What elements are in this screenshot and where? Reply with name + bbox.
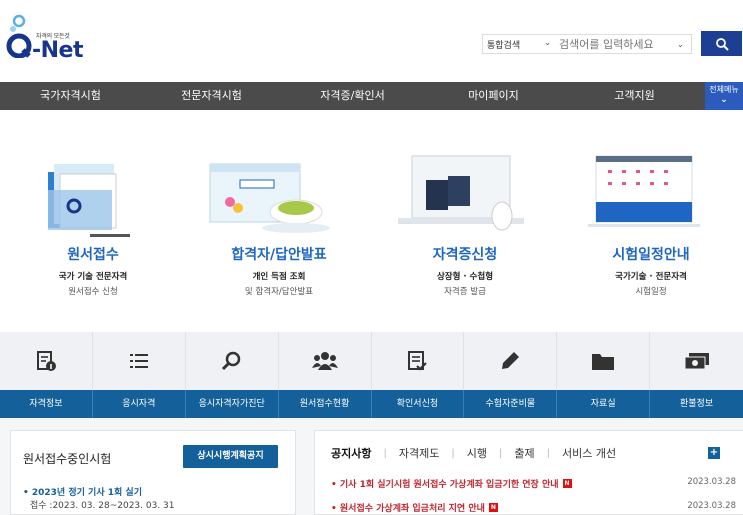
nav-item-mypage[interactable]: 마이페이지 (423, 82, 564, 110)
service-cell-refund[interactable] (650, 332, 743, 390)
service-link-status[interactable]: 원서접수현황 (279, 390, 372, 418)
search-category-select[interactable]: 통합검색 ⌄ (483, 38, 559, 51)
quick-title: 자격증신청 (432, 247, 498, 263)
new-badge: N (488, 503, 498, 512)
service-link-archive[interactable]: 자료실 (557, 390, 651, 418)
exam-item-link[interactable]: • 2023년 정기 기사 1회 실기 (23, 485, 142, 498)
search-box: 통합검색 ⌄ ⌄ (482, 34, 692, 54)
quick-desc: 자격증 발급 (444, 287, 486, 297)
laptop-passport-icon (398, 155, 524, 231)
notice-title: • 기사 1회 실기시험 원서접수 가상계좌 입금기한 연장 안내 (331, 480, 559, 490)
quick-desc: 및 합격자/답안발표 (244, 287, 314, 297)
service-cell-self-check[interactable] (186, 332, 279, 390)
open-applications-panel: 원서접수중인시험 상시시행계획공지 • 2023년 정기 기사 1회 실기 접수… (10, 430, 296, 515)
service-link-supplies[interactable]: 수험자준비물 (464, 390, 558, 418)
nav-item-support[interactable]: 고객지원 (564, 82, 705, 110)
service-icon-bar (0, 332, 743, 390)
panel-title: 원서접수중인시험 (23, 452, 112, 466)
list-icon (129, 354, 148, 368)
tab-question[interactable]: 출제 (514, 445, 534, 461)
browser-teacup-icon (209, 163, 330, 233)
service-label-bar: 자격정보 응시자격 응시자격자가진단 원서접수현황 확인서신청 수험자준비물 자… (0, 390, 743, 418)
quick-sub: 국가 기술 전문자격 (58, 272, 128, 282)
pencil-icon (502, 352, 520, 369)
quick-title: 시험일정안내 (612, 247, 690, 263)
qnet-logo[interactable]: 자격의 모든것 -Net (5, 14, 95, 68)
tab-system[interactable]: 자격제도 (399, 445, 439, 461)
group-icon (311, 352, 338, 370)
notice-tabs: 공지사항 | 자격제도 | 시행 | 출제 | 서비스 개선 (331, 445, 616, 461)
quick-title: 원서접수 (67, 247, 119, 263)
quick-menu: 원서접수 국가 기술 전문자격 원서접수 신청 합격자/답안발표 개인 득점 조… (0, 110, 743, 332)
tab-divider: | (383, 447, 387, 459)
nav-item-professional-exam[interactable]: 전문자격시험 (141, 82, 282, 110)
header: 자격의 모든것 -Net 통합검색 ⌄ ⌄ (0, 0, 743, 82)
notice-date: 2023.03.28 (687, 477, 736, 487)
tab-operation[interactable]: 시행 (467, 445, 487, 461)
info-doc-icon (36, 351, 56, 371)
chevron-down-icon: ⌄ (720, 95, 728, 105)
search-category-label: 통합검색 (487, 40, 521, 51)
tab-divider: | (498, 447, 503, 459)
search-icon (221, 351, 240, 371)
calendar-icon (588, 155, 700, 227)
folder-document-icon (48, 164, 130, 237)
service-cell-confirmation[interactable] (372, 332, 465, 390)
chevron-down-icon: ⌄ (544, 37, 551, 47)
notice-title: • 원서접수 가상계좌 입금처리 지연 안내 (331, 504, 485, 514)
service-link-refund[interactable]: 환불정보 (650, 390, 743, 418)
service-cell-eligibility[interactable] (93, 332, 186, 390)
all-menu-label: 전체메뉴 (709, 85, 739, 94)
notice-panel: 공지사항 | 자격제도 | 시행 | 출제 | 서비스 개선 + • 기사 1회… (314, 430, 743, 515)
nav-item-certificate[interactable]: 자격증/확인서 (282, 82, 423, 110)
quick-sub: 개인 득점 조회 (252, 272, 306, 282)
more-plus-icon[interactable]: + (708, 447, 720, 459)
service-cell-status[interactable] (279, 332, 372, 390)
service-cell-info[interactable] (0, 332, 93, 390)
service-link-info[interactable]: 자격정보 (0, 390, 93, 418)
tab-service-improvement[interactable]: 서비스 개선 (562, 445, 616, 461)
quick-desc: 원서접수 신청 (68, 287, 118, 297)
service-link-eligibility[interactable]: 응시자격 (93, 390, 186, 418)
tab-notice[interactable]: 공지사항 (331, 445, 371, 461)
new-badge: N (562, 479, 572, 488)
quick-sub: 국가기술 · 전문자격 (615, 272, 687, 282)
money-icon (684, 353, 709, 370)
service-cell-archive[interactable] (557, 332, 651, 390)
notice-row[interactable]: • 원서접수 가상계좌 입금처리 지연 안내 N 2023.03.28 (331, 501, 736, 514)
nav-item-national-exam[interactable]: 국가자격시험 (0, 82, 141, 110)
main-nav: 국가자격시험 전문자격시험 자격증/확인서 마이페이지 고객지원 전체메뉴 ⌄ (0, 82, 743, 110)
search-icon (715, 37, 729, 51)
folder-icon (592, 354, 615, 370)
chevron-down-icon[interactable]: ⌄ (677, 40, 688, 49)
service-link-confirmation[interactable]: 확인서신청 (372, 390, 465, 418)
logo-text: -Net (32, 38, 83, 63)
regular-schedule-button[interactable]: 상시시행계획공지 (183, 445, 278, 468)
quick-title: 합격자/답안발표 (231, 247, 327, 263)
quick-desc: 시험일정 (635, 287, 667, 297)
service-link-self-check[interactable]: 응시자격자가진단 (186, 390, 279, 418)
all-menu-button[interactable]: 전체메뉴 ⌄ (705, 82, 743, 110)
notice-row[interactable]: • 기사 1회 실기시험 원서접수 가상계좌 입금기한 연장 안내 N 2023.… (331, 477, 736, 490)
quick-sub: 상장형 · 수첩형 (436, 272, 494, 282)
tab-divider: | (451, 447, 455, 459)
exam-item-period: 접수 :2023. 03. 28~2023. 03. 31 (30, 501, 175, 511)
search-button[interactable] (701, 31, 742, 56)
search-input[interactable] (559, 37, 677, 51)
notice-date: 2023.03.28 (687, 501, 736, 511)
service-cell-supplies[interactable] (464, 332, 558, 390)
tab-divider: | (546, 447, 550, 459)
check-doc-icon (408, 351, 428, 371)
